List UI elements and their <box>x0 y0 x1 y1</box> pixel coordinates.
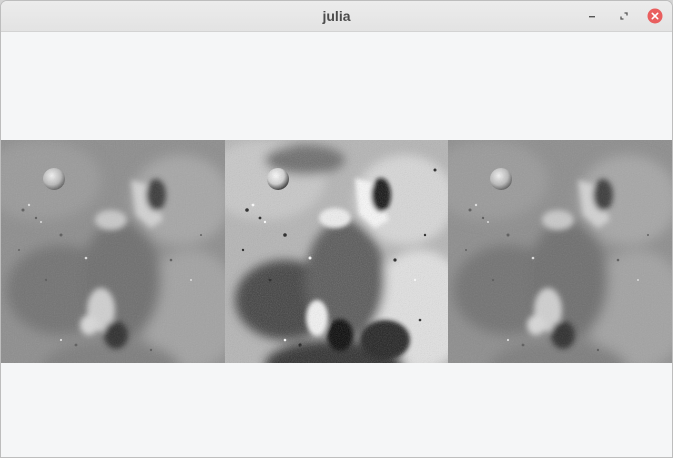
maximize-icon <box>620 12 628 20</box>
close-icon <box>647 8 663 24</box>
lunar-image-enhanced <box>225 140 448 363</box>
minimize-button[interactable] <box>584 8 600 24</box>
minimize-icon <box>589 16 595 18</box>
app-window: julia <box>0 0 673 458</box>
maximize-button[interactable] <box>616 8 632 24</box>
lunar-image-original <box>1 140 225 363</box>
lunar-image-copy <box>448 140 672 363</box>
canvas-area <box>1 32 672 457</box>
image-strip <box>1 140 672 363</box>
title-bar[interactable]: julia <box>1 1 672 32</box>
close-button[interactable] <box>647 8 663 24</box>
window-title: julia <box>322 8 351 24</box>
